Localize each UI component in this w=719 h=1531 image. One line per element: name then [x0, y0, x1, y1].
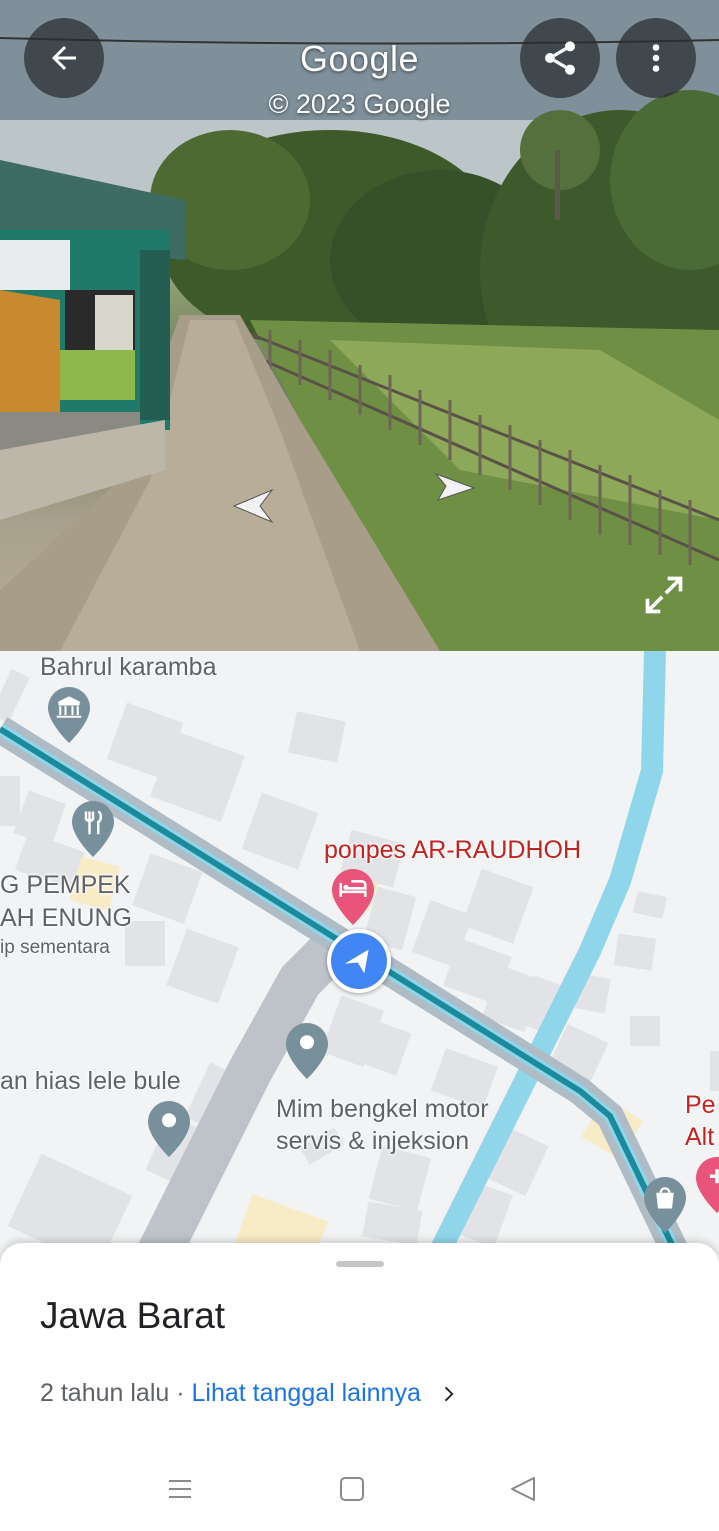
medical-pin-icon[interactable]: [696, 1157, 719, 1213]
place-name: Jawa Barat: [40, 1295, 226, 1336]
share-icon: [545, 41, 575, 75]
map-label-ponpes[interactable]: ponpes AR-RAUDHOH: [324, 836, 581, 865]
navigation-arrow-icon: [345, 949, 369, 974]
map-view[interactable]: Bahrul karamba ponpes AR-RAUDHOH G PEMPE…: [0, 651, 719, 1271]
street-view-panorama[interactable]: Google © 2023 Google: [0, 0, 719, 651]
nav-arrow-right-icon[interactable]: [430, 470, 478, 504]
date-separator: ·: [169, 1379, 192, 1407]
menu-icon[interactable]: [166, 1475, 194, 1503]
hotel-pin-icon[interactable]: [332, 869, 374, 925]
map-label-bengkel-line2[interactable]: servis & injeksion: [276, 1127, 469, 1156]
more-options-button[interactable]: [616, 18, 696, 98]
map-label-bahrul[interactable]: Bahrul karamba: [40, 653, 216, 682]
share-button[interactable]: [520, 18, 600, 98]
arrow-left-icon: [52, 46, 76, 70]
place-bottom-sheet[interactable]: Jawa Barat 2 tahun lalu · Lihat tanggal …: [0, 1243, 719, 1531]
map-label-right-edge-line2[interactable]: Alt: [685, 1123, 714, 1152]
map-label-pempek-line2[interactable]: AH ENUNG: [0, 904, 132, 933]
map-label-pempek-line1[interactable]: G PEMPEK: [0, 871, 131, 900]
capture-date-row: 2 tahun lalu · Lihat tanggal lainnya: [40, 1379, 459, 1408]
back-triangle-icon[interactable]: [508, 1475, 538, 1503]
system-navigation-bar: [0, 1461, 719, 1531]
place-pin-icon[interactable]: [286, 1023, 328, 1079]
street-view-title: Google: [299, 38, 420, 79]
nav-arrow-left-icon[interactable]: [230, 486, 280, 526]
sheet-drag-handle[interactable]: [336, 1261, 384, 1267]
home-square-icon[interactable]: [338, 1475, 366, 1503]
street-view-location-marker[interactable]: [327, 929, 391, 993]
chevron-right-icon[interactable]: [437, 1383, 459, 1405]
shopping-pin-icon[interactable]: [644, 1177, 686, 1233]
capture-date-text: 2 tahun lalu: [40, 1379, 170, 1407]
museum-pin-icon[interactable]: [48, 687, 90, 743]
back-button[interactable]: [24, 18, 104, 98]
see-other-dates-link[interactable]: Lihat tanggal lainnya: [192, 1379, 421, 1408]
expand-icon[interactable]: [642, 573, 686, 617]
map-label-bengkel-line1[interactable]: Mim bengkel motor: [276, 1095, 489, 1124]
restaurant-pin-icon[interactable]: [72, 801, 114, 857]
more-vert-icon: [652, 44, 660, 72]
map-label-ikan-hias[interactable]: an hias lele bule: [0, 1067, 181, 1096]
map-label-right-edge-line1[interactable]: Pe: [685, 1091, 716, 1120]
map-label-pempek-status: ip sementara: [0, 937, 110, 958]
place-pin-icon[interactable]: [148, 1101, 190, 1157]
copyright-text: © 2023 Google: [268, 89, 451, 119]
